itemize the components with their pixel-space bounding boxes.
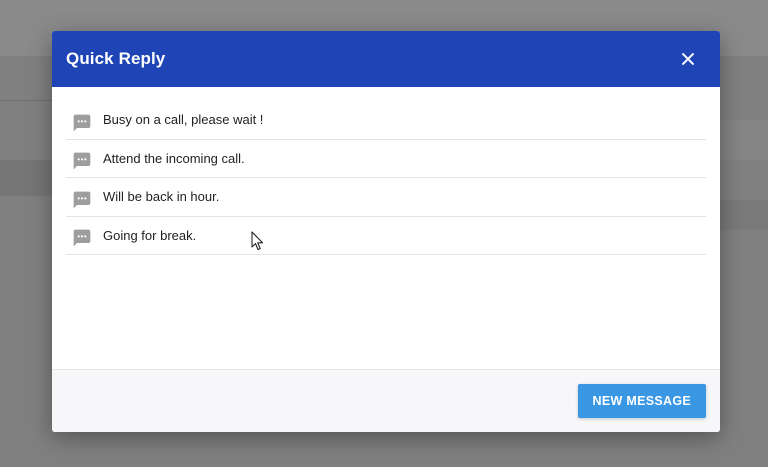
dialog-footer: NEW MESSAGE	[52, 369, 720, 432]
message-icon	[73, 152, 91, 170]
close-icon[interactable]	[676, 47, 700, 71]
quick-reply-text: Busy on a call, please wait !	[103, 112, 264, 128]
quick-reply-text: Will be back in hour.	[103, 189, 220, 205]
dialog-header: Quick Reply	[52, 31, 720, 87]
new-message-button[interactable]: NEW MESSAGE	[577, 384, 706, 418]
quick-reply-item[interactable]: Attend the incoming call.	[66, 140, 706, 178]
mouse-pointer-icon	[251, 231, 264, 251]
quick-reply-item[interactable]: Busy on a call, please wait !	[66, 101, 706, 140]
background-panel	[720, 200, 768, 230]
dialog-title: Quick Reply	[66, 49, 166, 68]
background-panel	[720, 120, 768, 160]
quick-reply-item[interactable]: Going for break.	[66, 217, 706, 255]
message-icon	[73, 191, 91, 209]
quick-reply-item[interactable]: Will be back in hour.	[66, 178, 706, 217]
quick-reply-text: Going for break.	[103, 227, 197, 243]
quick-reply-text: Attend the incoming call.	[103, 150, 245, 166]
message-icon	[73, 229, 91, 247]
background-row	[0, 160, 52, 196]
quick-reply-list: Busy on a call, please wait ! Attend the…	[66, 101, 706, 255]
quick-reply-dialog: Quick Reply Busy on a call, please wait …	[52, 31, 720, 432]
message-icon	[73, 114, 91, 132]
background-divider	[0, 100, 52, 101]
dialog-body: Busy on a call, please wait ! Attend the…	[52, 87, 720, 369]
